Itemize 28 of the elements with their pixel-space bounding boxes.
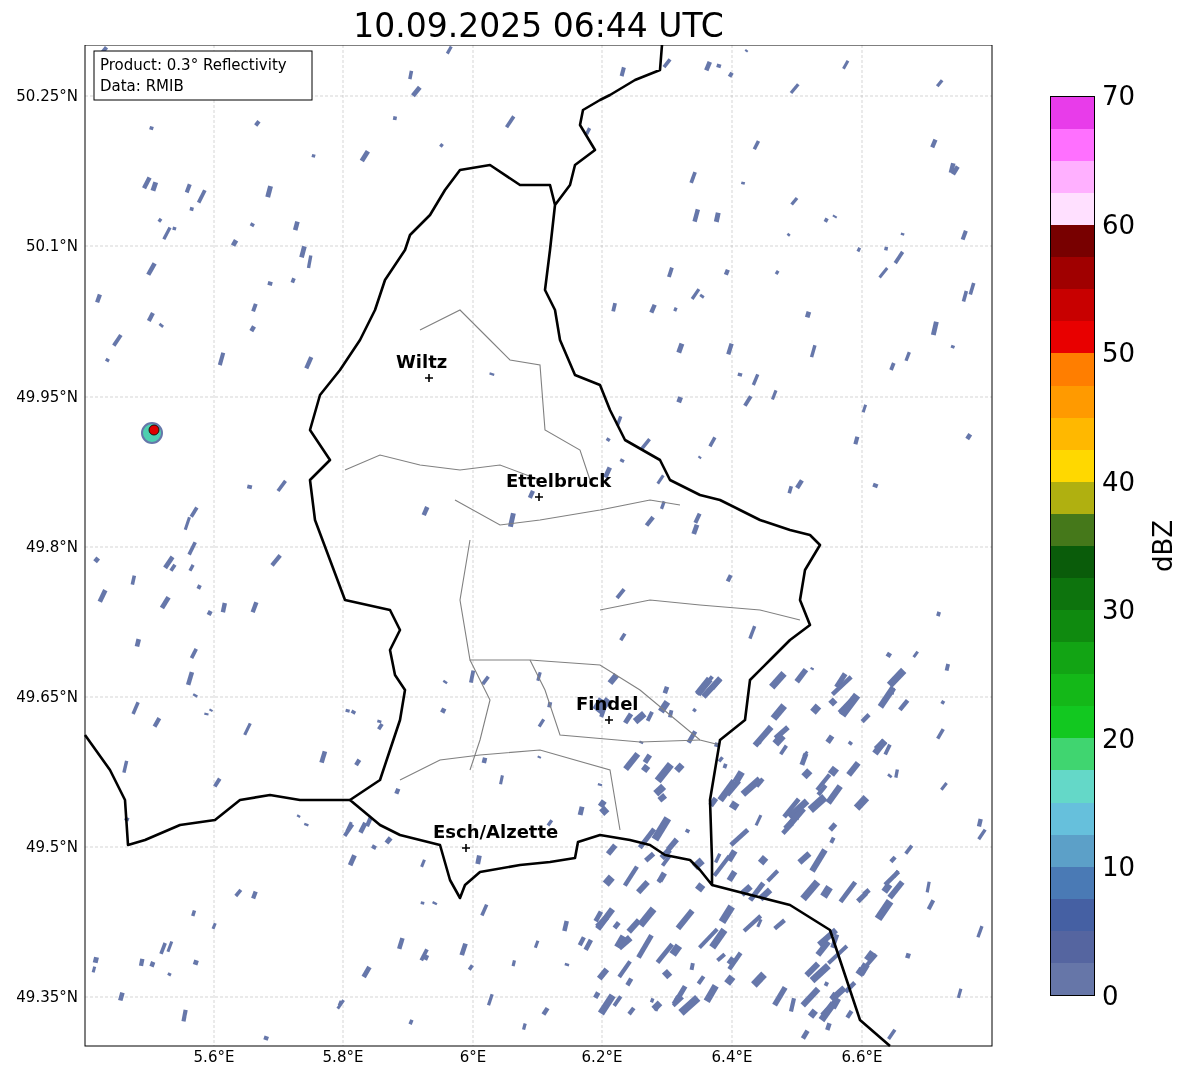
chart-title: 10.09.2025 06:44 UTC xyxy=(352,5,725,45)
longitude-label: 5.6°E xyxy=(193,1048,235,1066)
longitude-label: 6.6°E xyxy=(841,1048,883,1066)
colorbar-tick-label: 50 xyxy=(1102,338,1136,369)
longitude-label: 5.8°E xyxy=(322,1048,364,1066)
latitude-label: 50.25°N xyxy=(16,87,78,105)
colorbar-tick-label: 20 xyxy=(1102,723,1136,754)
longitude-label: 6.2°E xyxy=(581,1048,623,1066)
latitude-label: 49.8°N xyxy=(25,538,78,556)
latitude-label: 50.1°N xyxy=(25,237,78,255)
latitude-label: 49.65°N xyxy=(16,688,78,706)
latitude-label: 49.5°N xyxy=(25,838,78,856)
latitude-label: 49.95°N xyxy=(16,388,78,406)
latitude-label: 49.35°N xyxy=(16,988,78,1006)
city-label: Ettelbruck xyxy=(506,470,612,491)
colorbar-tick-label: 10 xyxy=(1102,852,1136,883)
colorbar-tick-label: 60 xyxy=(1102,209,1136,240)
city-label: Esch/Alzette xyxy=(433,821,559,842)
info-text: Data: RMIB xyxy=(100,77,184,95)
colorbar-tick-label: 70 xyxy=(1102,81,1136,111)
colorbar-tick-label: 0 xyxy=(1102,980,1120,1011)
info-text: Product: 0.3° Reflectivity xyxy=(100,56,287,74)
city-label: Wiltz xyxy=(396,351,448,372)
colorbar-label: dBZ xyxy=(1148,519,1179,573)
longitude-label: 6.4°E xyxy=(711,1048,753,1066)
colorbar-tick-label: 30 xyxy=(1102,595,1136,626)
colorbar-tick-label: 40 xyxy=(1102,466,1136,497)
longitude-label: 6°E xyxy=(459,1048,487,1066)
